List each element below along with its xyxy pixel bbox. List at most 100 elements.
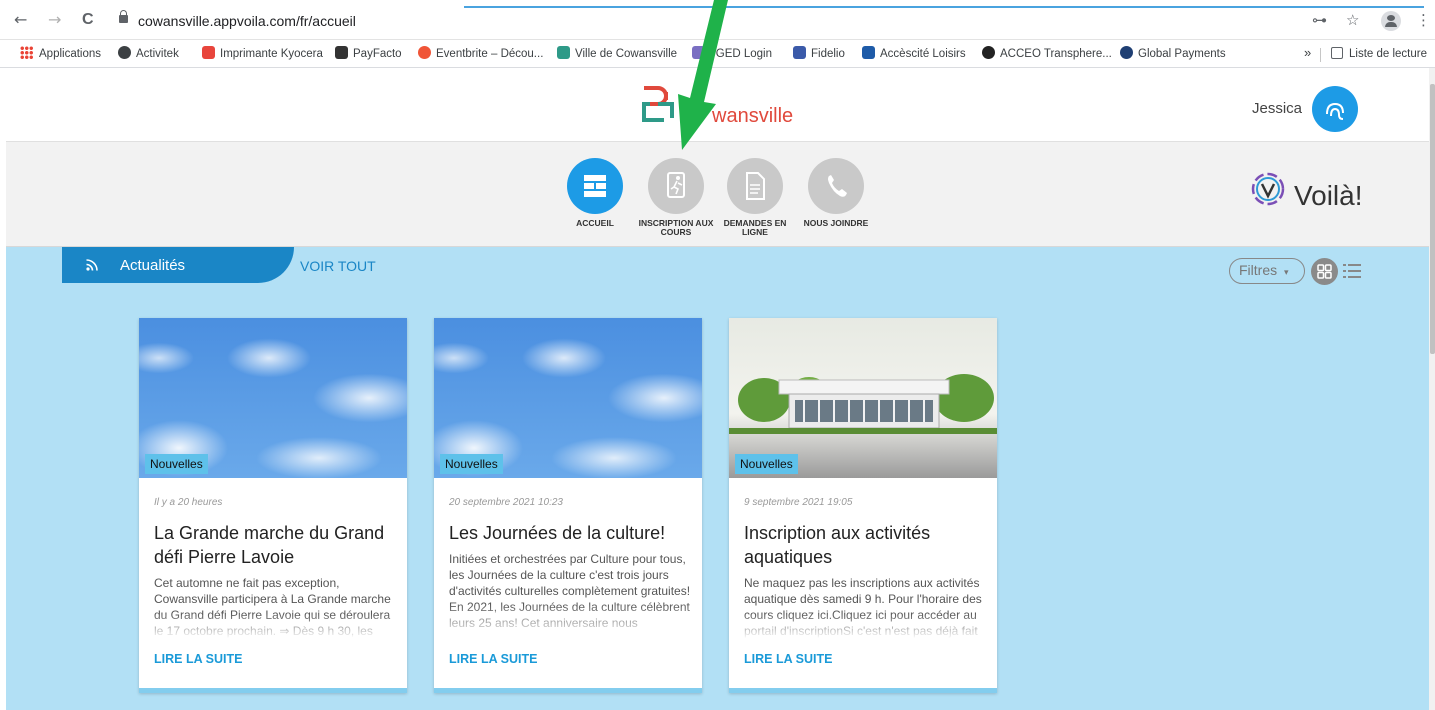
cowansville-icon xyxy=(557,46,570,59)
nav-circle xyxy=(567,158,623,214)
bookmarks-divider xyxy=(1320,48,1321,62)
user-name[interactable]: Jessica xyxy=(1252,100,1302,117)
user-avatar-button[interactable] xyxy=(1312,86,1358,132)
card-title-line: Les Journées de la culture! xyxy=(449,523,666,543)
news-card[interactable]: Nouvelles 20 septembre 2021 10:23 Les Jo… xyxy=(434,318,702,693)
news-section-header: Actualités xyxy=(62,247,294,283)
global-payments-icon xyxy=(1120,46,1133,59)
filters-dropdown[interactable]: Filtres ▾ xyxy=(1229,258,1305,284)
bookmark-global-payments[interactable]: Global Payments xyxy=(1120,46,1226,62)
bookmark-label: ACCEO Transphere... xyxy=(1000,48,1112,60)
see-all-link[interactable]: VOIR TOUT xyxy=(300,258,376,274)
activitek-icon xyxy=(118,46,131,59)
card-date: 9 septembre 2021 19:05 xyxy=(744,497,853,508)
read-more-link[interactable]: LIRE LA SUITE xyxy=(154,652,242,666)
filters-label: Filtres xyxy=(1239,262,1278,278)
annotation-arrow-icon xyxy=(678,0,728,150)
bookmark-acceo[interactable]: ACCEO Transphere... xyxy=(982,46,1112,62)
active-tab-edge xyxy=(228,0,464,4)
bookmark-eventbrite[interactable]: Eventbrite – Décou... xyxy=(418,46,543,62)
card-date: 20 septembre 2021 10:23 xyxy=(449,497,563,508)
card-title-line: défi Pierre Lavoie xyxy=(154,547,295,567)
fingerprint-icon xyxy=(1326,102,1344,120)
news-card[interactable]: Nouvelles 9 septembre 2021 19:05 Inscrip… xyxy=(729,318,997,693)
category-badge: Nouvelles xyxy=(440,454,503,474)
nav-label-line: ACCUEIL xyxy=(576,218,614,228)
password-key-icon[interactable]: ⊶ xyxy=(1312,11,1327,29)
back-arrow-icon[interactable]: ← xyxy=(14,12,27,28)
nav-item-demandes-en-ligne[interactable]: DEMANDES EN LIGNE xyxy=(710,158,800,237)
reading-list-label: Liste de lecture xyxy=(1349,48,1427,60)
runner-icon xyxy=(667,172,685,198)
nav-item-nous-joindre[interactable]: NOUS JOINDRE xyxy=(791,158,881,228)
bookmark-kyocera[interactable]: Imprimante Kyocera xyxy=(202,46,323,62)
bookmark-label: Global Payments xyxy=(1138,48,1226,60)
bookmark-label: Applications xyxy=(39,48,102,60)
voila-brand-text: Voilà! xyxy=(1294,180,1363,211)
bookmark-accescite[interactable]: Accèscité Loisirs xyxy=(862,46,966,62)
bookmark-activitek[interactable]: Activitek xyxy=(118,46,179,62)
nav-item-inscription-cours[interactable]: INSCRIPTION AUX COURS xyxy=(631,158,721,237)
eventbrite-icon xyxy=(418,46,431,59)
card-title-line: aquatiques xyxy=(744,547,833,567)
document-icon xyxy=(746,172,765,200)
news-card[interactable]: Nouvelles Il y a 20 heures La Grande mar… xyxy=(139,318,407,693)
bookmark-applications[interactable]: Applications xyxy=(20,46,101,62)
news-section: Actualités VOIR TOUT Filtres ▾ Nouvelles… xyxy=(6,247,1429,710)
bookmark-label: Imprimante Kyocera xyxy=(220,48,323,60)
forward-arrow-icon[interactable]: → xyxy=(48,12,61,28)
browser-profile-icon[interactable] xyxy=(1381,11,1401,31)
bookmark-label: Eventbrite – Décou... xyxy=(436,48,544,60)
category-badge: Nouvelles xyxy=(145,454,208,474)
scrollbar-thumb[interactable] xyxy=(1430,84,1435,354)
browser-menu-icon[interactable]: ⋮ xyxy=(1416,11,1431,29)
acceo-icon xyxy=(982,46,995,59)
nav-label-line: LIGNE xyxy=(742,227,768,237)
nav-item-accueil[interactable]: ACCUEIL xyxy=(550,158,640,228)
tab-strip-border xyxy=(464,6,1424,8)
apps-grid-icon xyxy=(20,46,33,59)
nav-circle xyxy=(727,158,783,214)
bookmark-label: Activitek xyxy=(136,48,179,60)
nav-label: INSCRIPTION AUX COURS xyxy=(631,219,721,237)
card-date: Il y a 20 heures xyxy=(154,497,223,508)
bookmark-label: Accèscité Loisirs xyxy=(880,48,966,60)
card-title-line: Inscription aux activités xyxy=(744,523,931,543)
grid-view-icon xyxy=(1317,264,1332,279)
reading-list-button[interactable]: Liste de lecture xyxy=(1331,46,1427,62)
card-title[interactable]: Inscription aux activités aquatiques xyxy=(744,521,988,569)
bookmark-label: PayFacto xyxy=(353,48,402,60)
card-title-line: La Grande marche du Grand xyxy=(154,523,385,543)
card-title[interactable]: Les Journées de la culture! xyxy=(449,521,693,545)
nav-label: ACCUEIL xyxy=(550,219,640,228)
accescite-icon xyxy=(862,46,875,59)
nav-circle xyxy=(648,158,704,214)
bookmark-fidelio[interactable]: Fidelio xyxy=(793,46,845,62)
card-excerpt: Ne maquez pas les inscriptions aux activ… xyxy=(744,576,982,638)
more-bookmarks-button[interactable]: » xyxy=(1304,45,1311,61)
list-view-icon[interactable] xyxy=(1343,263,1361,279)
card-excerpt: Initiées et orchestrées par Culture pour… xyxy=(449,552,691,630)
bookmark-star-icon[interactable]: ☆ xyxy=(1346,11,1359,29)
fidelio-icon xyxy=(793,46,806,59)
reading-list-icon xyxy=(1331,47,1343,59)
nav-label-line: NOUS JOINDRE xyxy=(803,218,869,228)
chevron-down-icon: ▾ xyxy=(1284,267,1289,277)
lock-icon[interactable] xyxy=(119,10,128,23)
bookmark-payfacto[interactable]: PayFacto xyxy=(335,46,402,62)
home-grid-icon xyxy=(584,175,606,197)
bookmark-label: Fidelio xyxy=(811,48,845,60)
nav-label: DEMANDES EN LIGNE xyxy=(710,219,800,237)
card-title[interactable]: La Grande marche du Grand défi Pierre Lav… xyxy=(154,521,398,569)
section-title: Actualités xyxy=(120,257,186,274)
kyocera-icon xyxy=(202,46,215,59)
nav-label: NOUS JOINDRE xyxy=(791,219,881,228)
read-more-link[interactable]: LIRE LA SUITE xyxy=(744,652,832,666)
payfacto-icon xyxy=(335,46,348,59)
nav-circle xyxy=(808,158,864,214)
grid-view-toggle[interactable] xyxy=(1311,258,1338,285)
phone-icon xyxy=(828,175,847,197)
rss-icon xyxy=(86,259,98,271)
read-more-link[interactable]: LIRE LA SUITE xyxy=(449,652,537,666)
reload-icon[interactable]: C xyxy=(82,12,94,28)
